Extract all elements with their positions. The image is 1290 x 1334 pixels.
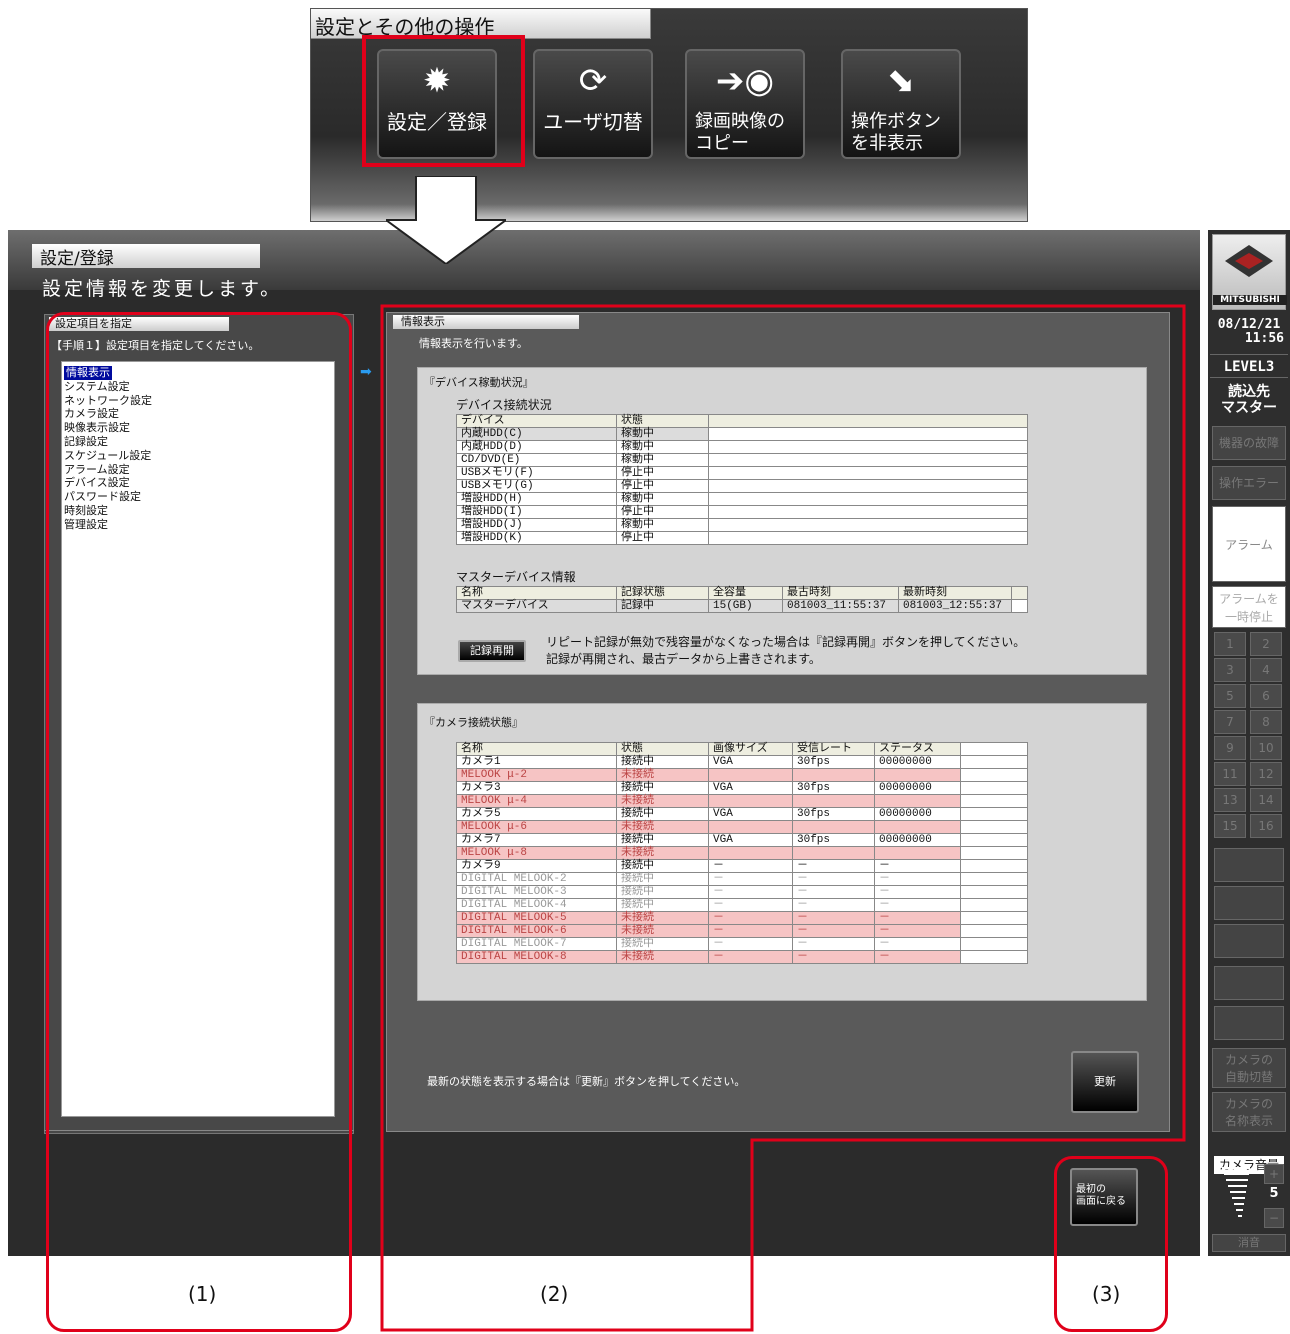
camera-2-button[interactable]: 2 [1250,632,1282,656]
camera-13-button[interactable]: 13 [1214,788,1246,812]
down-arrow-icon [386,176,506,264]
read-source: 読込先 マスター [1221,384,1277,416]
alarm-button[interactable]: アラーム [1212,506,1286,582]
highlight-box [362,35,525,167]
annotation-label-3: (3) [1092,1282,1121,1306]
user-switch-button[interactable]: ⟳ ユーザ切替 [533,49,653,159]
volume-up-button[interactable]: + [1264,1164,1284,1184]
auto-switch-button[interactable]: カメラの 自動切替 [1212,1048,1286,1088]
camera-16-button[interactable]: 16 [1250,814,1282,838]
disc-copy-icon: ➔◉ [715,61,775,101]
button-label: ユーザ切替 [543,110,643,134]
camera-15-button[interactable]: 15 [1214,814,1246,838]
camera-3-button[interactable]: 3 [1214,658,1246,682]
screen-title: 設定/登録 [32,244,260,269]
time: 11:56 [1244,331,1284,346]
button-label: 操作ボタン を非表示 [851,111,941,154]
camera-5-button[interactable]: 5 [1214,684,1246,708]
camera-9-button[interactable]: 9 [1214,736,1246,760]
hide-arrow-icon: ⬊ [886,61,916,101]
camera-6-button[interactable]: 6 [1250,684,1282,708]
volume-value: 5 [1269,1186,1279,1201]
camera-14-button[interactable]: 14 [1250,788,1282,812]
screen-subtitle: 設定情報を変更します。 [42,278,283,300]
brand-text: MITSUBISHI [1213,295,1287,305]
button-label: 録画映像の コピー [695,111,785,154]
camera-4-button[interactable]: 4 [1250,658,1282,682]
camera-11-button[interactable]: 11 [1214,762,1246,786]
camera-number-grid: 1 2 3 4 5 6 7 8 9 10 11 12 13 14 15 16 [1214,632,1286,842]
volume-level-icon [1222,1167,1250,1217]
level-indicator: LEVEL3 [1210,354,1288,378]
annotation-frame-1 [46,312,352,1332]
split-16-icon[interactable] [1214,1006,1284,1040]
date: 08/12/21 [1217,317,1281,332]
camera-7-button[interactable]: 7 [1214,710,1246,734]
date-time-display: 08/12/21 11:56 [1210,318,1288,346]
refresh-icon: ⟳ [578,61,608,101]
copy-recording-button[interactable]: ➔◉ 録画映像の コピー [685,49,805,159]
camera-10-button[interactable]: 10 [1250,736,1282,760]
control-sidebar: MITSUBISHI 08/12/21 11:56 LEVEL3 読込先 マスタ… [1208,230,1290,1256]
device-fault-button[interactable]: 機器の故障 [1212,426,1286,460]
annotation-label-2: (2) [540,1282,569,1306]
split-4-icon[interactable] [1214,848,1284,882]
mitsubishi-logo: MITSUBISHI [1212,234,1287,310]
camera-8-button[interactable]: 8 [1250,710,1282,734]
logo-emblem-icon [1225,245,1273,277]
mute-button[interactable]: 消音 [1212,1234,1286,1252]
pointer-arrow-icon: ➡ [360,364,372,380]
volume-down-button[interactable]: − [1264,1208,1284,1228]
camera-1-button[interactable]: 1 [1214,632,1246,656]
annotation-label-1: (1) [188,1282,217,1306]
split-10-icon[interactable] [1214,966,1284,1000]
camera-12-button[interactable]: 12 [1250,762,1282,786]
split-13-icon[interactable] [1214,924,1284,958]
name-display-button[interactable]: カメラの 名称表示 [1212,1092,1286,1132]
operation-error-button[interactable]: 操作エラー [1212,466,1286,500]
alarm-pause-button[interactable]: アラームを 一時停止 [1212,586,1286,628]
split-9-icon[interactable] [1214,886,1284,920]
hide-buttons-button[interactable]: ⬊ 操作ボタン を非表示 [841,49,961,159]
